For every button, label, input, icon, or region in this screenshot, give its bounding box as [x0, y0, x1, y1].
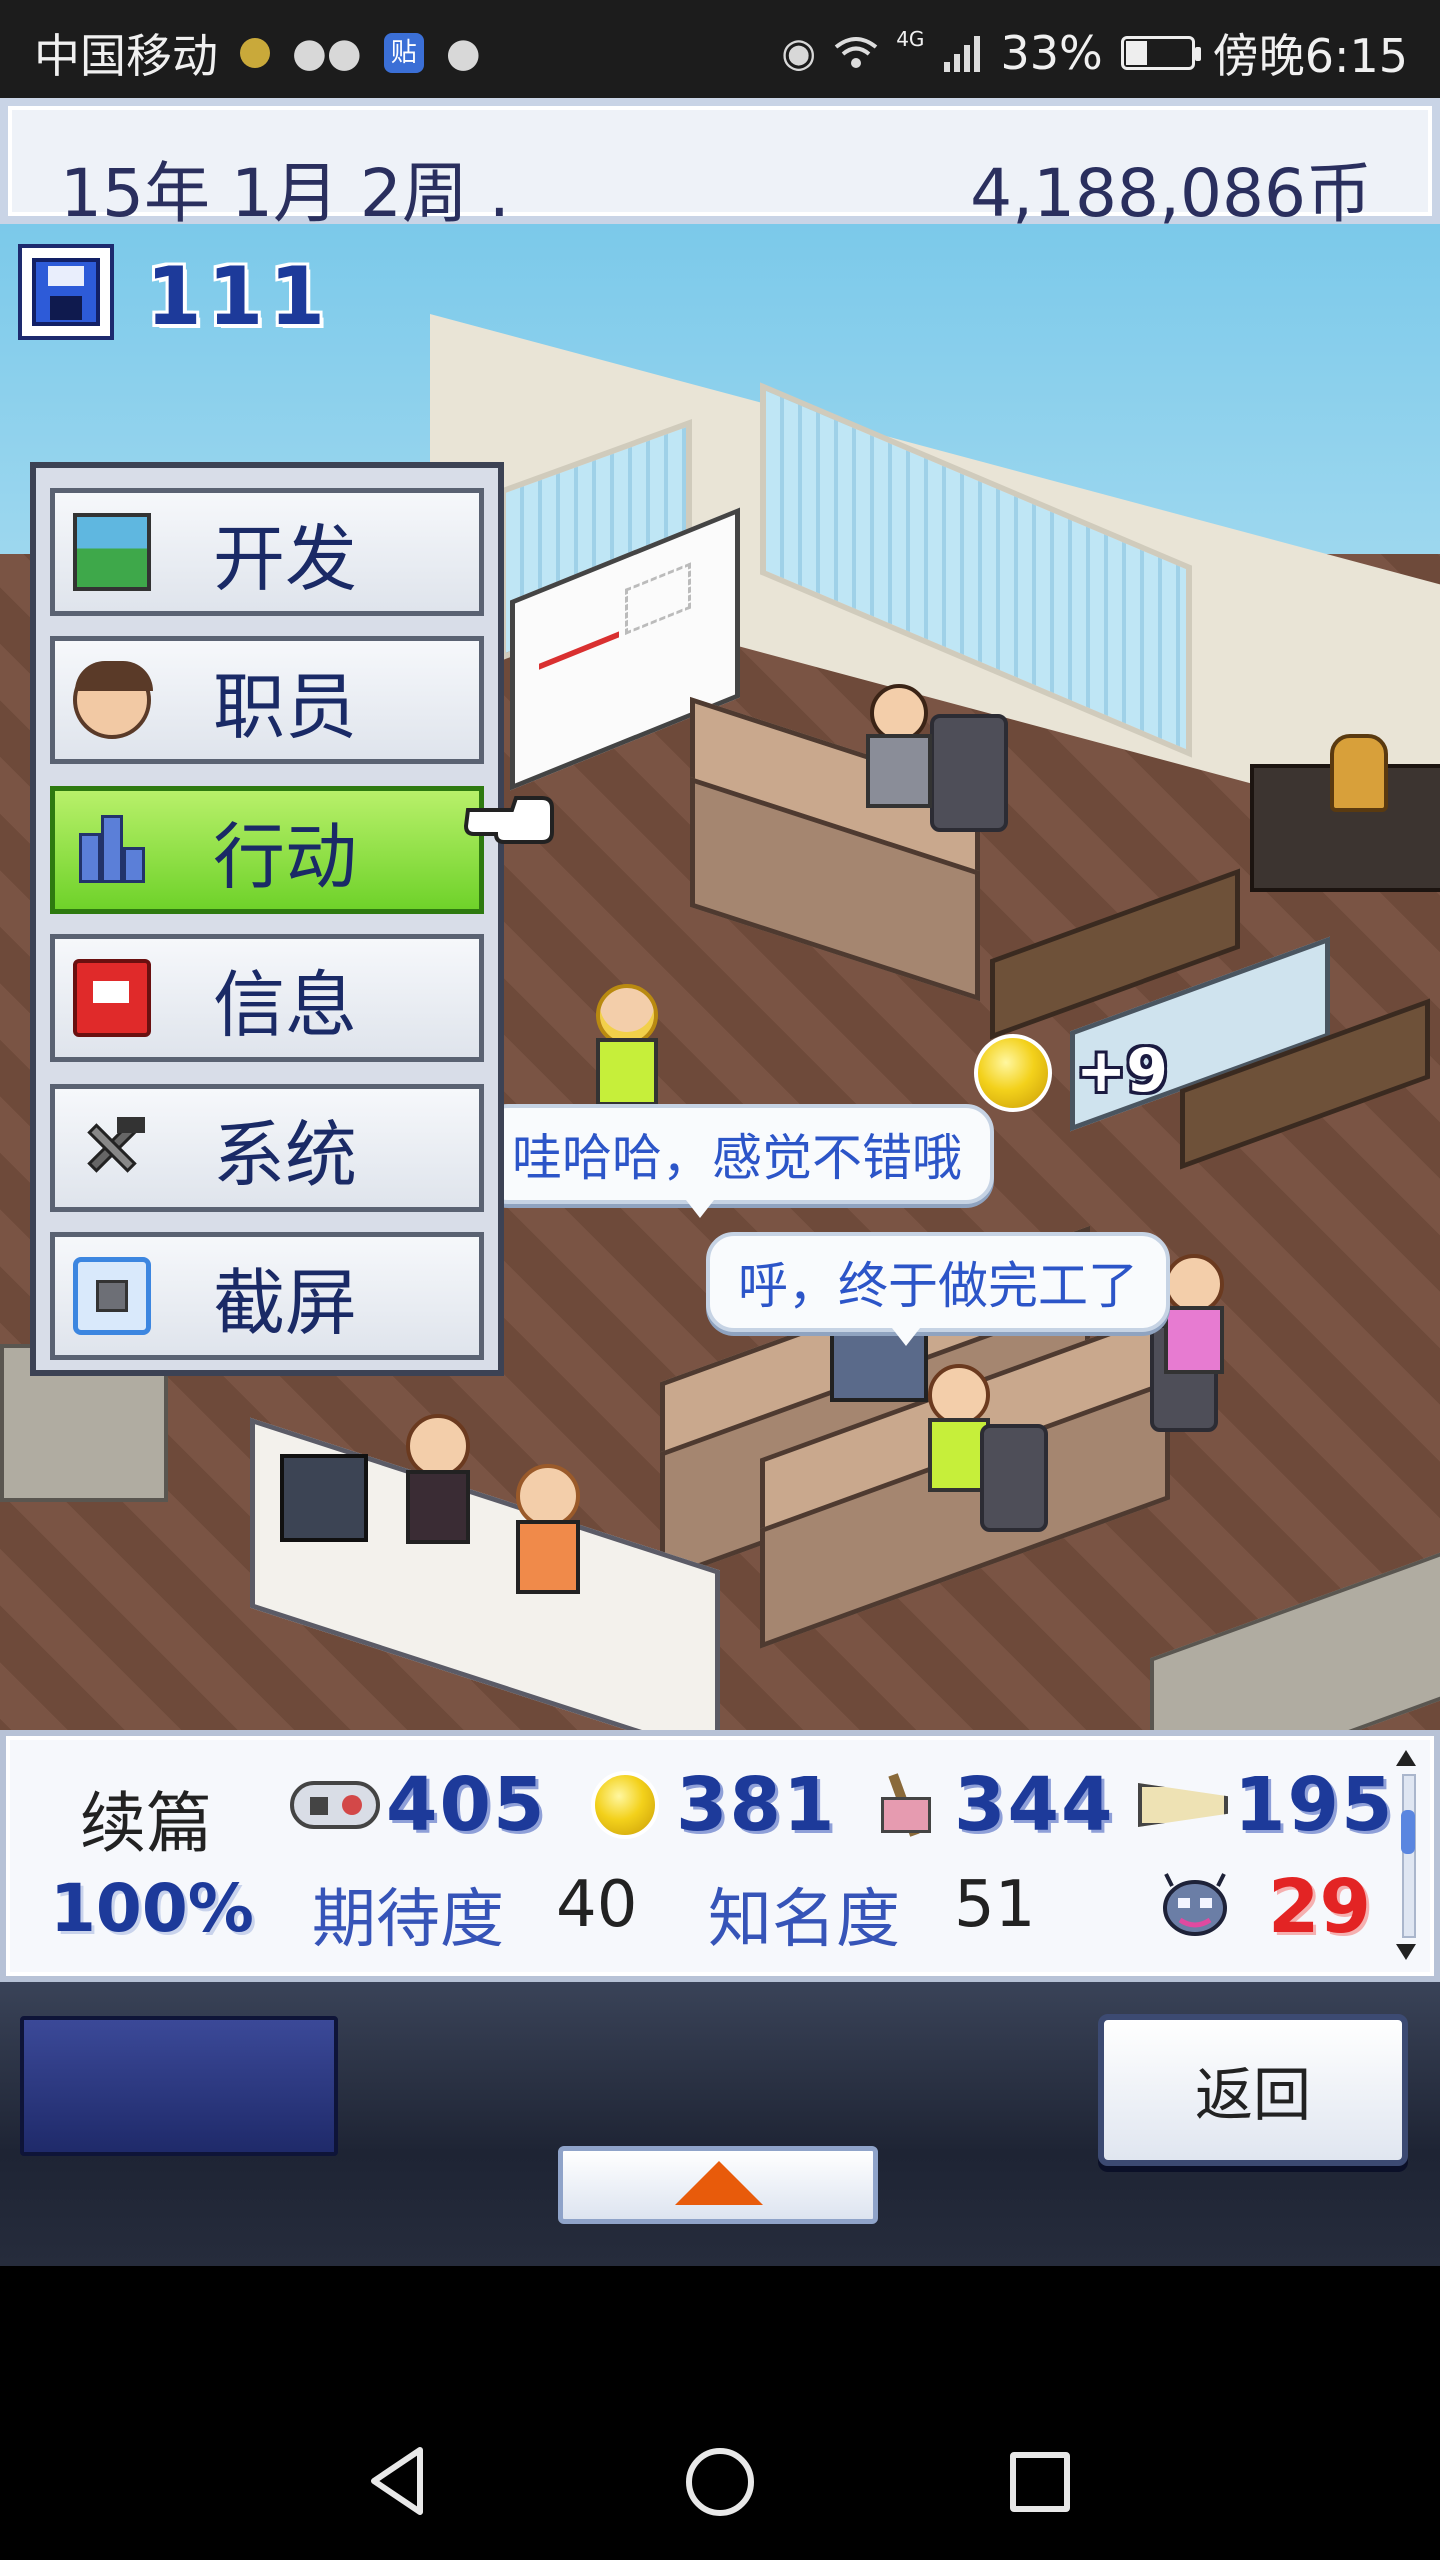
staff-icon	[73, 661, 153, 739]
carrier-label: 中国移动	[34, 29, 218, 83]
action-icon	[73, 811, 151, 889]
empty-slot-button[interactable]	[20, 2016, 338, 2156]
menu-item-label: 系统	[212, 1112, 357, 1197]
bug-count: 29	[1268, 1864, 1371, 1950]
network-type: 4G	[896, 27, 925, 51]
nav-back-icon[interactable]	[368, 2446, 428, 2516]
hand-pointer-icon	[464, 796, 554, 844]
save-icon[interactable]	[18, 244, 114, 340]
bug-icon	[1163, 1873, 1227, 1936]
boss-character	[860, 684, 932, 808]
boss-chair	[930, 714, 1008, 832]
coin-icon	[974, 1034, 1052, 1112]
wechat-icon: ●●	[292, 30, 362, 76]
fame-value: 51	[954, 1868, 1036, 1942]
menu-item-system[interactable]: 系统	[50, 1084, 484, 1212]
paintbrush-icon	[858, 1772, 948, 1838]
date-money-bar: 15年 1月 2周 . 4,188,086币	[0, 98, 1440, 232]
save-count: 111	[146, 250, 331, 343]
trumpet-icon	[1138, 1772, 1228, 1838]
up-arrow-icon	[675, 2161, 763, 2205]
creativity-value: 381	[676, 1762, 837, 1848]
notification-dot-icon	[240, 38, 270, 68]
menu-item-info[interactable]: 信息	[50, 934, 484, 1062]
receptionist-2	[510, 1464, 580, 1594]
system-icon	[73, 1109, 151, 1187]
scroll-thumb[interactable]	[1401, 1810, 1415, 1854]
gamepad-icon	[290, 1772, 380, 1838]
game-date: 15年 1月 2周 .	[60, 155, 510, 232]
menu-item-label: 职员	[212, 664, 357, 749]
menu-item-label: 信息	[212, 962, 357, 1047]
nav-recent-apps-icon[interactable]	[1010, 2452, 1070, 2512]
date-money-frame: 15年 1月 2周 . 4,188,086币	[8, 106, 1432, 232]
nav-home-icon[interactable]	[686, 2448, 754, 2516]
creativity-stat: 381	[580, 1762, 836, 1848]
receptionist-1	[400, 1414, 470, 1544]
money-display: 4,188,086币	[970, 155, 1372, 232]
reception-monitor	[280, 1454, 368, 1542]
wifi-icon	[834, 37, 878, 68]
battery-icon	[1120, 36, 1201, 70]
fun-stat: 405	[290, 1762, 546, 1848]
sound-stat: 195	[1138, 1762, 1394, 1848]
worker-character-3	[590, 984, 658, 1106]
message-icon: ●	[445, 30, 481, 76]
trophy-icon	[1330, 734, 1388, 812]
menu-item-develop[interactable]: 开发	[50, 488, 484, 616]
battery-percent: 33%	[1000, 26, 1103, 80]
coin-idea-icon	[580, 1771, 670, 1839]
status-left: 中国移动 ●● 贴 ●	[34, 20, 481, 86]
tieba-icon: 贴	[383, 33, 424, 73]
clock: 傍晚6:15	[1212, 29, 1408, 83]
expand-up-button[interactable]	[558, 2146, 878, 2224]
status-bar: 中国移动 ●● 贴 ● ◉ 4G 33% 傍晚6:15	[0, 0, 1440, 98]
sound-value: 195	[1234, 1762, 1395, 1848]
stats-scrollbar[interactable]	[1396, 1750, 1416, 1960]
coin-gain: +9	[1076, 1036, 1169, 1106]
signal-icon	[944, 36, 981, 72]
speech-bubble-2: 呼，终于做完工了	[706, 1232, 1170, 1346]
back-button[interactable]: 返回	[1098, 2014, 1408, 2166]
speech-bubble-1: 哇哈哈，感觉不错哦	[480, 1104, 994, 1218]
genre-label: 续篇	[80, 1785, 212, 1862]
info-icon	[73, 959, 151, 1037]
graphics-stat: 344	[858, 1762, 1114, 1848]
status-right: ◉ 4G 33% 傍晚6:15	[781, 20, 1408, 86]
scroll-up-arrow-icon[interactable]	[1396, 1750, 1416, 1766]
menu-item-staff[interactable]: 职员	[50, 636, 484, 764]
main-menu: 开发 职员 行动 信息 系统 截屏	[30, 462, 504, 1376]
menu-item-action[interactable]: 行动	[50, 786, 484, 914]
menu-item-label: 截屏	[212, 1260, 357, 1345]
fame-label: 知名度	[708, 1883, 900, 1957]
expectation-value: 40	[556, 1868, 638, 1942]
progress-value: 100%	[50, 1870, 254, 1947]
expectation-label: 期待度	[312, 1883, 504, 1957]
menu-item-label: 行动	[212, 814, 357, 899]
scroll-track[interactable]	[1402, 1774, 1416, 1938]
screenshot-icon	[73, 1257, 151, 1335]
develop-icon	[73, 513, 151, 591]
fun-value: 405	[386, 1762, 547, 1848]
floppy-disk-icon	[32, 258, 100, 326]
worker-chair-1	[980, 1424, 1048, 1532]
menu-item-screenshot[interactable]: 截屏	[50, 1232, 484, 1360]
graphics-value: 344	[954, 1762, 1115, 1848]
scroll-down-arrow-icon[interactable]	[1396, 1944, 1416, 1960]
eye-icon: ◉	[781, 30, 817, 76]
menu-item-label: 开发	[212, 516, 357, 601]
